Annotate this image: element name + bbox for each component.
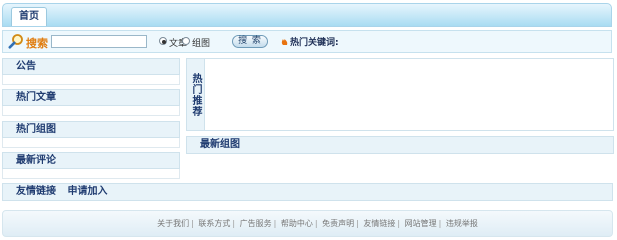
hot-flame-icon: [281, 39, 288, 45]
hot-pictures-header: 热门组图: [2, 121, 180, 138]
hot-recommend-panel: [186, 58, 614, 131]
friend-links-bar: 友情链接 申请加入: [2, 183, 613, 201]
nav-tab-home[interactable]: 首页: [11, 7, 47, 26]
hot-keywords-label: 热门关键词:: [290, 38, 339, 48]
footer-link-report[interactable]: 违规举报: [446, 219, 478, 228]
footer-link-contact[interactable]: 联系方式: [198, 219, 230, 228]
latest-pictures-header: 最新组图: [186, 136, 614, 154]
apply-join-link[interactable]: 申请加入: [67, 186, 107, 197]
friend-links-label: 友情链接: [16, 186, 56, 197]
hot-pictures-body: [2, 138, 180, 148]
search-label: 搜索: [26, 37, 48, 50]
footer-link-ads[interactable]: 广告服务: [240, 219, 272, 228]
hot-articles-header: 热门文章: [2, 89, 180, 106]
footer-link-admin[interactable]: 网站管理: [405, 219, 437, 228]
radio-picture[interactable]: [182, 37, 190, 45]
hot-articles-body: [2, 106, 180, 116]
latest-comments-body: [2, 169, 180, 179]
top-nav-bar: [2, 3, 612, 27]
radio-article[interactable]: [159, 37, 167, 45]
footer-link-help[interactable]: 帮助中心: [281, 219, 313, 228]
search-button[interactable]: 搜 索: [232, 35, 268, 48]
radio-picture-label: 组图: [192, 39, 211, 49]
footer-link-about[interactable]: 关于我们: [157, 219, 189, 228]
latest-comments-header: 最新评论: [2, 152, 180, 169]
footer-link-friends[interactable]: 友情链接: [363, 219, 395, 228]
notice-panel-header: 公告: [2, 58, 180, 75]
notice-panel-body: [2, 75, 180, 85]
hot-recommend-label: 热门推荐: [186, 58, 205, 131]
search-input[interactable]: [51, 35, 147, 48]
footer-link-disclaimer[interactable]: 免责声明: [322, 219, 354, 228]
footer: 关于我们 | 联系方式 | 广告服务 | 帮助中心 | 免责声明 | 友情链接 | 网站管理…: [2, 210, 613, 237]
search-icon: [8, 34, 23, 49]
